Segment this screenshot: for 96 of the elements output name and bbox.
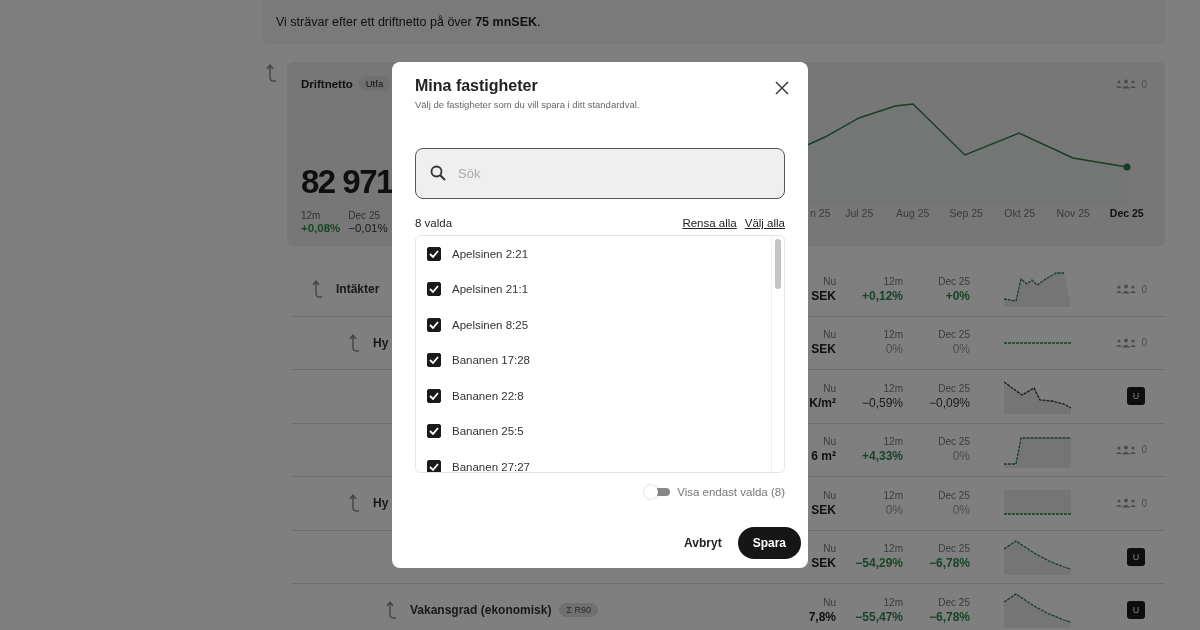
metric-label: Nu — [823, 489, 836, 501]
collapse-arrow-icon[interactable] — [385, 601, 397, 620]
stat-value: −0,01% — [348, 222, 388, 234]
people-icon — [1115, 79, 1138, 89]
dialog-subtitle: Välj de fastigheter som du vill spara i ditt standardval. — [415, 99, 640, 110]
row-name[interactable]: Hy — [373, 335, 389, 350]
metric-label: Dec 25 — [938, 543, 970, 555]
metric-label: 12m — [883, 543, 903, 555]
row-name[interactable]: Hy — [373, 496, 389, 511]
metric-value: SEK — [811, 342, 836, 357]
metric-value: −0,09% — [928, 395, 970, 410]
metric-value: 6 m² — [811, 449, 836, 464]
metric-value: +0% — [945, 288, 970, 303]
metric-label: Nu — [823, 382, 836, 394]
metric-label: Dec 25 — [938, 329, 970, 341]
toggle-switch[interactable] — [644, 485, 671, 499]
property-name[interactable]: Bananen 25:5 — [452, 425, 524, 438]
checkbox[interactable] — [427, 424, 441, 439]
metric-label: Nu — [823, 275, 836, 287]
metric-value: 7,8% — [808, 609, 836, 624]
metric-label: Nu — [823, 436, 836, 448]
stat-value: +0,08% — [301, 222, 341, 234]
search-field[interactable]: Sök — [415, 148, 785, 199]
metric-value: +0,12% — [861, 288, 903, 303]
sparkline — [1004, 538, 1071, 575]
metric-value: +4,33% — [861, 449, 903, 464]
metric-value: −55,47% — [855, 609, 903, 624]
cancel-button[interactable]: Avbryt — [682, 530, 724, 556]
people-icon — [1115, 444, 1138, 455]
metric-value: SEK — [811, 288, 836, 303]
select-all-link[interactable]: Välj alla — [744, 217, 785, 229]
collapse-arrow-icon[interactable] — [311, 280, 323, 299]
checkbox[interactable] — [427, 353, 441, 368]
checkbox[interactable] — [427, 388, 441, 403]
dialog-title: Mina fastigheter — [415, 77, 539, 95]
metric-value: SEK — [811, 556, 836, 571]
metric-value: −0,59% — [861, 395, 903, 410]
close-icon[interactable] — [775, 81, 789, 95]
row-name[interactable]: Vakansgrad (ekonomisk) — [410, 603, 552, 618]
metric-label: 12m — [883, 275, 903, 287]
metric-label: 12m — [883, 382, 903, 394]
metric-label: 12m — [883, 489, 903, 501]
collapse-arrow-icon[interactable] — [348, 494, 360, 513]
card-title: Driftnetto — [301, 77, 353, 90]
status-badge: U — [1127, 547, 1145, 566]
scrollbar[interactable] — [771, 236, 784, 472]
collapse-arrow-icon[interactable] — [348, 333, 360, 352]
property-name[interactable]: Bananen 17:28 — [452, 354, 531, 367]
collapse-arrow-icon[interactable] — [265, 64, 277, 82]
metric-value: −6,78% — [928, 609, 970, 624]
metric-value: K/m² — [809, 395, 836, 410]
metric-label: 12m — [883, 436, 903, 448]
metric-label: Dec 25 — [938, 596, 970, 608]
checkbox[interactable] — [427, 317, 441, 332]
metric-value: SEK — [811, 502, 836, 517]
status-badge: U — [1127, 601, 1145, 620]
metric-label: 12m — [883, 329, 903, 341]
property-name[interactable]: Bananen 22:8 — [452, 389, 524, 402]
metric-value: −6,78% — [928, 556, 970, 571]
people-icon — [1115, 337, 1138, 348]
row-name[interactable]: Intäkter — [336, 282, 380, 297]
metric-label: 12m — [883, 596, 903, 608]
clear-all-link[interactable]: Rensa alla — [682, 217, 737, 229]
sparkline — [1004, 340, 1071, 345]
checkbox[interactable] — [427, 282, 441, 297]
stat-label: 12m — [301, 210, 322, 221]
month-label[interactable]: Dec 25 — [1100, 207, 1154, 219]
status-badge: Utfa — [358, 76, 391, 91]
toggle-label: Visa endast valda (8) — [677, 486, 785, 498]
stat-label: Dec 25 — [348, 210, 381, 221]
people-icon — [1115, 284, 1138, 295]
checkbox[interactable] — [427, 246, 441, 261]
sparkline — [1004, 490, 1071, 517]
metric-label: Dec 25 — [938, 489, 970, 501]
property-name[interactable]: Bananen 27:27 — [452, 460, 531, 472]
metric-label: Nu — [823, 596, 836, 608]
status-badge: U — [1127, 387, 1145, 406]
search-icon — [430, 165, 446, 181]
save-button[interactable]: Spara — [737, 527, 801, 559]
property-name[interactable]: Apelsinen 21:1 — [452, 283, 529, 296]
aggregate-badge: Σ R90 — [559, 603, 598, 618]
metric-label: Dec 25 — [938, 436, 970, 448]
goal-text: Vi strävar efter ett driftnetto på över 75 mnSEK. — [276, 15, 541, 29]
people-icon — [1115, 498, 1138, 509]
net-value: 82 971 — [301, 163, 393, 201]
property-name[interactable]: Apelsinen 8:25 — [452, 318, 529, 331]
metric-label: Dec 25 — [938, 382, 970, 394]
checkbox[interactable] — [427, 459, 441, 472]
metric-label: Nu — [823, 543, 836, 555]
sparkline — [1004, 592, 1071, 629]
selected-count: 8 valda — [415, 217, 453, 229]
property-name[interactable]: Apelsinen 2:21 — [452, 247, 529, 260]
metric-value: −54,29% — [855, 556, 903, 571]
metric-label: Nu — [823, 329, 836, 341]
metric-label: Dec 25 — [938, 275, 970, 287]
sparkline — [1004, 271, 1071, 308]
